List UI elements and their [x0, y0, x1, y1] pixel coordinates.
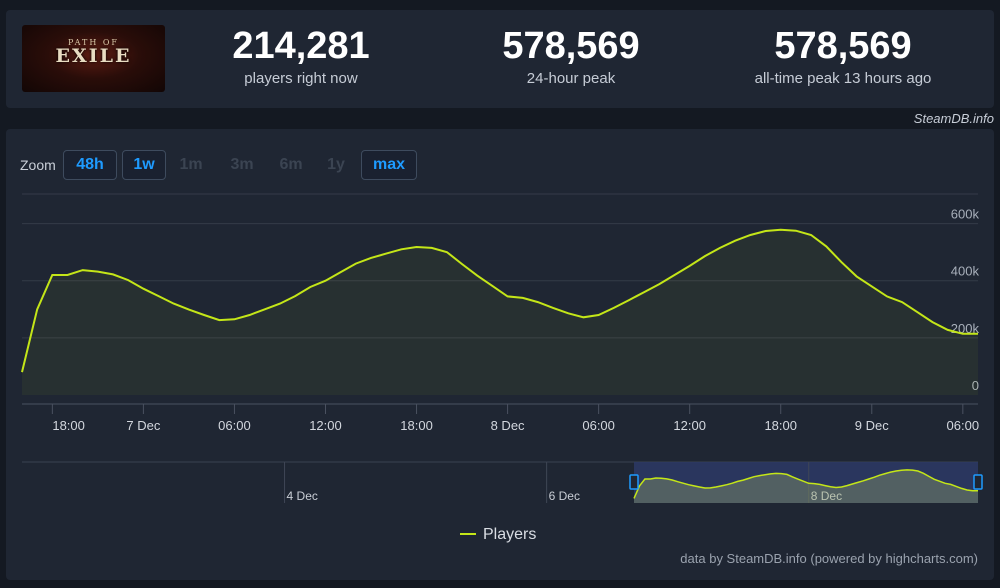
x-tick-label: 12:00	[309, 418, 342, 433]
x-tick-label: 18:00	[764, 418, 797, 433]
navigator-day-label: 6 Dec	[549, 489, 580, 503]
x-axis-labels: 18:00 7 Dec 06:00 12:00 18:00 8 Dec 06:00 12:00…	[51, 404, 980, 433]
navigator-left-handle[interactable]	[629, 474, 639, 490]
x-tick-label: 18:00	[52, 418, 85, 433]
navigator[interactable]: 4 Dec 6 Dec 8 Dec	[22, 461, 983, 503]
legend[interactable]: Players	[460, 526, 536, 543]
x-tick-label: 06:00	[582, 418, 615, 433]
x-tick-label: 8 Dec	[491, 418, 525, 433]
stat-label: 24-hour peak	[526, 70, 616, 87]
stats-panel: PATH OF EXILE 214,281 players right now …	[6, 10, 994, 108]
stat-current-players: 214,281 players right now	[191, 24, 411, 87]
highcharts-credit[interactable]: data by SteamDB.info (powered by highcha…	[680, 551, 978, 566]
navigator-right-handle[interactable]	[973, 474, 983, 490]
stat-value: 214,281	[232, 25, 370, 67]
y-tick-label: 600k	[951, 207, 980, 222]
stat-value: 578,569	[774, 25, 912, 67]
stat-all-time-peak: 578,569 all-time peak 13 hours ago	[733, 24, 953, 87]
chart-panel: Zoom 48h 1w 1m 3m 6m 1y max 0 200k 400k 600…	[6, 129, 994, 580]
stat-label: all-time peak 13 hours ago	[754, 70, 932, 87]
game-logo[interactable]: PATH OF EXILE	[22, 25, 165, 92]
navigator-day-label: 4 Dec	[287, 489, 318, 503]
y-tick-label: 400k	[951, 264, 980, 279]
stat-value: 578,569	[502, 25, 640, 67]
stat-label: players right now	[244, 70, 358, 87]
x-tick-label: 7 Dec	[126, 418, 160, 433]
x-tick-label: 9 Dec	[855, 418, 889, 433]
steamdb-credit[interactable]: SteamDB.info	[914, 111, 994, 126]
stat-24h-peak: 578,569 24-hour peak	[461, 24, 681, 87]
x-tick-label: 12:00	[673, 418, 706, 433]
x-tick-label: 06:00	[218, 418, 251, 433]
player-count-chart[interactable]: 0200k400k600k 18:00 7 Dec 06:00 12:00 18:00 8…	[6, 129, 994, 580]
x-tick-label: 06:00	[947, 418, 980, 433]
logo-main-text: EXILE	[55, 45, 132, 67]
legend-label-players[interactable]: Players	[483, 526, 536, 543]
x-tick-label: 18:00	[400, 418, 433, 433]
